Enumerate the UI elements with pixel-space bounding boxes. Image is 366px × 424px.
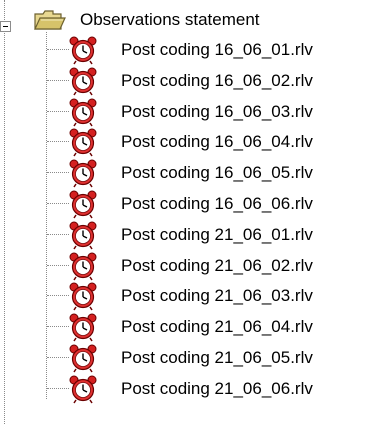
alarm-clock-icon: [66, 189, 100, 219]
alarm-clock-icon: [66, 158, 100, 188]
alarm-clock-icon: [66, 374, 100, 404]
alarm-clock-icon: [66, 66, 100, 96]
tree-node-file[interactable]: Post coding 16_06_01.rlv: [0, 35, 366, 65]
tree-node-label: Post coding 16_06_04.rlv: [121, 132, 313, 152]
tree-node-file[interactable]: Post coding 16_06_04.rlv: [0, 127, 366, 157]
tree-node-label: Post coding 21_06_01.rlv: [121, 224, 313, 244]
file-tree: Observations statement Post coding 16_06…: [0, 0, 366, 424]
collapse-toggle[interactable]: [0, 21, 11, 32]
tree-node-file[interactable]: Post coding 21_06_01.rlv: [0, 220, 366, 250]
tree-node-observations-statement[interactable]: Observations statement: [0, 8, 366, 36]
tree-node-file[interactable]: Post coding 21_06_02.rlv: [0, 251, 366, 281]
alarm-clock-icon: [66, 281, 100, 311]
tree-node-label: Post coding 21_06_06.rlv: [121, 378, 313, 398]
tree-node-label: Post coding 21_06_05.rlv: [121, 348, 313, 367]
tree-node-label: Post coding 16_06_05.rlv: [121, 163, 313, 183]
tree-node-label: Post coding 21_06_03.rlv: [121, 286, 313, 306]
tree-node-label: Post coding 21_06_04.rlv: [121, 317, 313, 337]
alarm-clock-icon: [66, 251, 100, 281]
tree-node-file[interactable]: Post coding 16_06_03.rlv: [0, 97, 366, 127]
alarm-clock-icon: [66, 97, 100, 127]
tree-node-file[interactable]: Post coding 21_06_04.rlv: [0, 312, 366, 342]
tree-node-label: Post coding 16_06_02.rlv: [121, 70, 313, 90]
tree-node-file[interactable]: Post coding 16_06_05.rlv: [0, 158, 366, 188]
alarm-clock-icon: [66, 127, 100, 157]
tree-node-file[interactable]: Post coding 21_06_05.rlv: [0, 343, 366, 373]
tree-node-label: Post coding 16_06_01.rlv: [121, 40, 313, 59]
alarm-clock-icon: [66, 220, 100, 250]
tree-node-label: Post coding 16_06_03.rlv: [121, 101, 313, 121]
alarm-clock-icon: [66, 312, 100, 342]
tree-node-file[interactable]: Post coding 16_06_02.rlv: [0, 66, 366, 96]
tree-node-file[interactable]: Post coding 21_06_03.rlv: [0, 281, 366, 311]
tree-node-label: Post coding 16_06_06.rlv: [121, 194, 313, 213]
alarm-clock-icon: [66, 35, 100, 65]
alarm-clock-icon: [66, 343, 100, 373]
tree-node-label: Post coding 21_06_02.rlv: [121, 255, 313, 275]
tree-node-file[interactable]: Post coding 21_06_06.rlv: [0, 374, 366, 404]
tree-node-label: Observations statement: [80, 10, 260, 29]
tree-node-file[interactable]: Post coding 16_06_06.rlv: [0, 189, 366, 219]
folder-open-icon: [32, 8, 66, 32]
